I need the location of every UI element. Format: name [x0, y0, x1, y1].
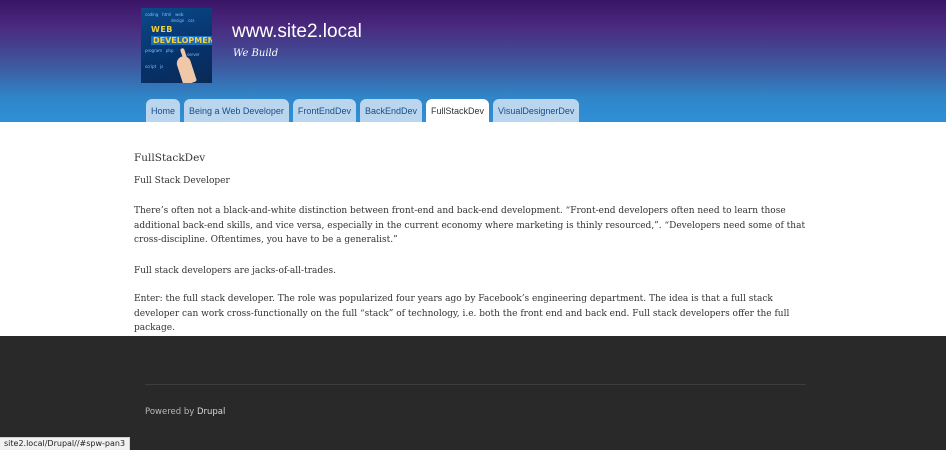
article-paragraph: There’s often not a black-and-white dist…	[134, 206, 806, 245]
article-paragraph: Full stack developers are jacks-of-all-t…	[134, 266, 336, 276]
article-paragraph: Enter: the full stack developer. The rol…	[134, 294, 790, 333]
main-menu-tabs: Home Being a Web Developer FrontEndDev B…	[146, 99, 580, 122]
site-logo[interactable]: coding html web design css WEB DEVELOPME…	[141, 8, 212, 83]
logo-text-development: DEVELOPMENT	[151, 36, 212, 45]
tab-frontenddev[interactable]: FrontEndDev	[292, 99, 356, 122]
tab-visualdesignerdev[interactable]: VisualDesignerDev	[493, 99, 580, 122]
powered-by-prefix: Powered by	[145, 407, 197, 417]
tab-backenddev[interactable]: BackEndDev	[359, 99, 422, 122]
status-bar-url: site2.local/Drupal//#spw-pan3	[0, 437, 131, 450]
logo-text-web: WEB	[151, 25, 173, 34]
site-header: coding html web design css WEB DEVELOPME…	[0, 0, 946, 122]
tab-being-a-web-developer[interactable]: Being a Web Developer	[184, 99, 289, 122]
site-name[interactable]: www.site2.local	[232, 21, 362, 43]
site-footer: Powered by Drupal	[0, 336, 946, 450]
page-title: FullStackDev	[134, 152, 206, 164]
footer-divider	[145, 384, 806, 385]
tab-fullstackdev[interactable]: FullStackDev	[425, 99, 489, 122]
article-subtitle: Full Stack Developer	[134, 176, 230, 186]
tab-home[interactable]: Home	[146, 99, 181, 122]
drupal-link[interactable]: Drupal	[197, 407, 225, 417]
powered-by: Powered by Drupal	[145, 407, 225, 417]
site-slogan: We Build	[233, 48, 279, 59]
